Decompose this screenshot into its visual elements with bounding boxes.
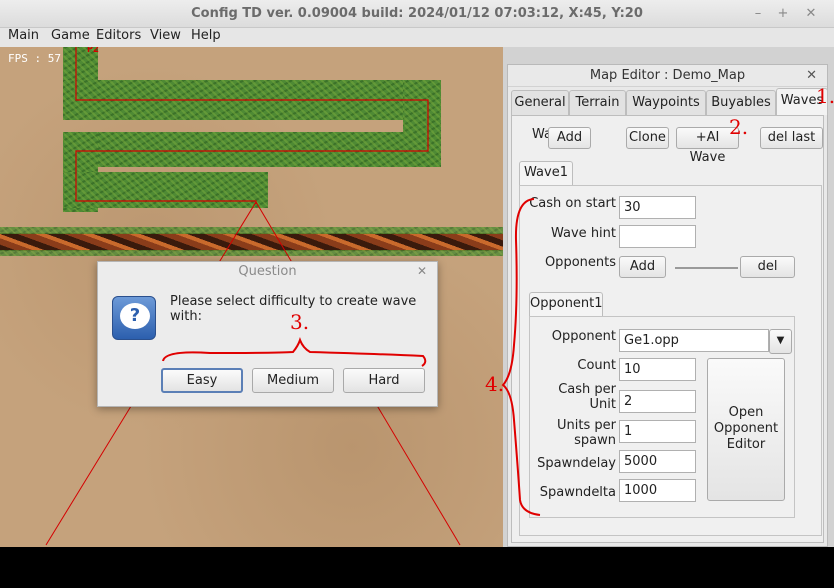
annotation-1: 1. — [816, 84, 834, 108]
map-editor-window: Map Editor : Demo_Map ✕ General Terrain … — [507, 64, 828, 547]
add-wave-button[interactable]: Add — [548, 127, 591, 149]
opponents-separator — [675, 267, 738, 269]
question-icon: ? — [112, 296, 156, 340]
units-per-spawn-label-line1: Units per — [557, 418, 616, 433]
grass-edge — [0, 227, 503, 234]
cash-on-start-label: Cash on start — [529, 196, 616, 211]
tab-opponent1[interactable]: Opponent1 — [529, 292, 603, 316]
tab-wave1[interactable]: Wave1 — [519, 161, 573, 185]
map-editor-title: Map Editor : Demo_Map — [508, 65, 827, 87]
units-per-spawn-input[interactable]: 1 — [619, 420, 696, 443]
medium-button[interactable]: Medium — [252, 368, 334, 393]
dialog-title: Question — [238, 264, 297, 279]
window-titlebar: Config TD ver. 0.09004 build: 2024/01/12… — [0, 0, 834, 28]
grass-path — [63, 132, 441, 167]
spawndelta-label: Spawndelta — [539, 485, 616, 500]
count-label: Count — [577, 358, 616, 373]
tab-terrain[interactable]: Terrain — [569, 90, 626, 115]
tab-buyables[interactable]: Buyables — [706, 90, 776, 115]
open-editor-line1: Open — [728, 405, 764, 420]
wave-hint-label: Wave hint — [551, 226, 616, 241]
close-button[interactable]: ✕ — [802, 5, 820, 23]
wave-panel: Cash on start 30 Wave hint Opponents Add… — [519, 185, 822, 536]
cash-per-unit-label: Cash per Unit — [532, 382, 616, 412]
chevron-down-icon: ▼ — [776, 335, 785, 346]
cash-per-unit-input[interactable]: 2 — [619, 390, 696, 413]
annotation-4: 4. — [485, 372, 505, 396]
minimize-button[interactable]: – — [749, 5, 767, 23]
grass-path — [63, 172, 268, 208]
opponent-select[interactable]: Ge1.opp — [619, 329, 769, 352]
question-dialog: Question ✕ ? Please select difficulty to… — [97, 261, 438, 407]
hard-button[interactable]: Hard — [343, 368, 425, 393]
annotation-2: 2. — [729, 115, 749, 139]
waves-tab-content: Waves Add Clone +AI Wave del last Wave1 … — [511, 115, 824, 543]
menu-main[interactable]: Main — [8, 28, 39, 43]
player-marker: P2 — [87, 47, 100, 55]
fps-counter: FPS : 57 — [8, 52, 61, 65]
annotation-3: 3. — [290, 310, 310, 334]
cash-per-unit-label-line2: Unit — [589, 397, 616, 412]
open-editor-line2: Opponent — [713, 421, 779, 436]
terrain-wall — [0, 233, 503, 251]
opponent-label: Opponent — [551, 329, 616, 344]
cash-per-unit-label-line1: Cash per — [558, 382, 616, 397]
close-icon[interactable]: ✕ — [417, 264, 427, 278]
easy-button[interactable]: Easy — [161, 368, 243, 393]
delete-last-wave-button[interactable]: del last — [760, 127, 823, 149]
cash-on-start-input[interactable]: 30 — [619, 196, 696, 219]
opponents-label: Opponents — [544, 255, 616, 270]
spawndelay-input[interactable]: 5000 — [619, 450, 696, 473]
tab-general[interactable]: General — [511, 90, 569, 115]
window-title: Config TD ver. 0.09004 build: 2024/01/12… — [191, 6, 643, 21]
close-icon[interactable]: ✕ — [806, 68, 817, 83]
spawndelta-input[interactable]: 1000 — [619, 479, 696, 502]
menu-game[interactable]: Game — [51, 28, 90, 43]
menu-help[interactable]: Help — [191, 28, 221, 43]
wave-hint-input[interactable] — [619, 225, 696, 248]
bottom-bar — [0, 547, 834, 588]
add-opponent-button[interactable]: Add — [619, 256, 666, 278]
grass-edge — [0, 250, 503, 256]
units-per-spawn-label: Units per spawn — [532, 418, 616, 448]
maximize-button[interactable]: + — [774, 5, 792, 23]
units-per-spawn-label-line2: spawn — [574, 433, 616, 448]
menu-bar: Main Game Editors View Help — [0, 28, 834, 47]
delete-opponent-button[interactable]: del — [740, 256, 795, 278]
open-editor-line3: Editor — [726, 437, 766, 452]
menu-view[interactable]: View — [150, 28, 181, 43]
spawndelay-label: Spawndelay — [537, 456, 616, 471]
opponent-panel: Opponent Ge1.opp ▼ Count 10 Cash per Uni… — [529, 316, 795, 518]
grass-path — [63, 80, 441, 120]
tab-waypoints[interactable]: Waypoints — [626, 90, 706, 115]
opponent-dropdown-button[interactable]: ▼ — [769, 329, 792, 354]
clone-wave-button[interactable]: Clone — [626, 127, 669, 149]
count-input[interactable]: 10 — [619, 358, 696, 381]
open-opponent-editor-button[interactable]: Open Opponent Editor — [707, 358, 785, 501]
menu-editors[interactable]: Editors — [96, 28, 141, 43]
